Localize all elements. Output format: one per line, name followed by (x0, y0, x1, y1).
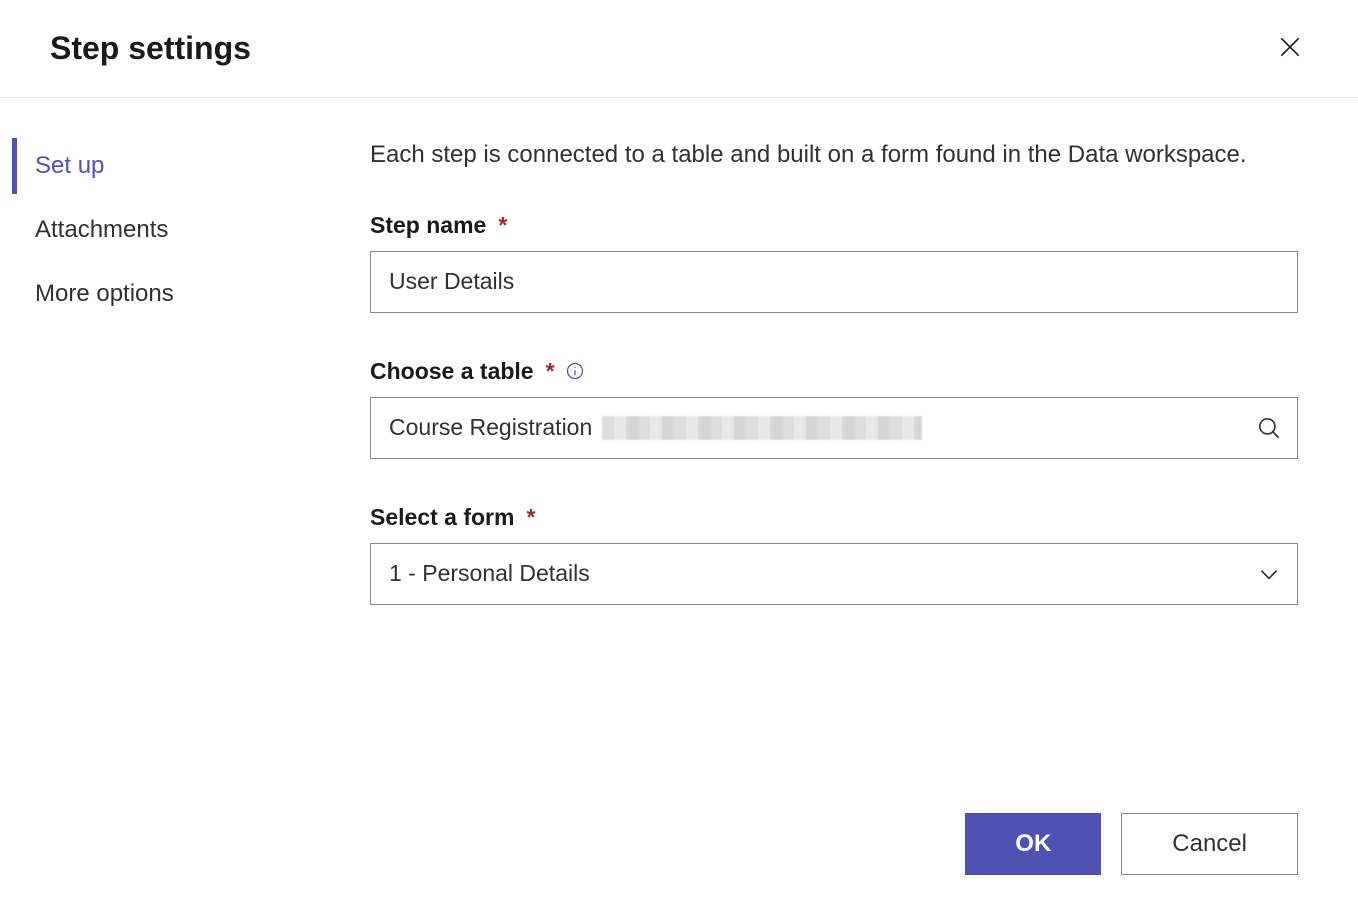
dialog-title: Step settings (50, 30, 251, 67)
select-form-value: 1 - Personal Details (389, 560, 590, 587)
required-indicator: * (526, 504, 535, 531)
choose-table-input[interactable]: Course Registration (370, 397, 1298, 459)
search-icon[interactable] (1256, 415, 1282, 441)
sidebar-item-label: More options (35, 280, 174, 307)
field-choose-table: Choose a table * Course Registration (370, 358, 1298, 459)
select-form-dropdown[interactable]: 1 - Personal Details (370, 543, 1298, 605)
chevron-down-icon (1256, 561, 1282, 587)
choose-table-label: Choose a table * (370, 358, 1298, 385)
required-indicator: * (546, 358, 555, 385)
dialog-footer: OK Cancel (965, 813, 1298, 875)
label-text: Step name (370, 212, 486, 239)
label-text: Select a form (370, 504, 514, 531)
required-indicator: * (498, 212, 507, 239)
sidebar-item-attachments[interactable]: Attachments (12, 202, 360, 258)
sidebar-item-label: Attachments (35, 216, 168, 243)
sidebar-item-more-options[interactable]: More options (12, 266, 360, 322)
step-name-input[interactable] (370, 251, 1298, 313)
dialog-body: Set up Attachments More options Each ste… (0, 98, 1358, 895)
choose-table-lookup[interactable]: Course Registration (370, 397, 1298, 459)
close-icon (1277, 34, 1303, 63)
sidebar-item-setup[interactable]: Set up (12, 138, 360, 194)
field-step-name: Step name * (370, 212, 1298, 313)
redacted-text (602, 416, 922, 440)
label-text: Choose a table (370, 358, 534, 385)
step-name-label: Step name * (370, 212, 1298, 239)
main-panel: Each step is connected to a table and bu… (360, 98, 1358, 895)
ok-button[interactable]: OK (965, 813, 1101, 875)
select-form-input[interactable]: 1 - Personal Details (370, 543, 1298, 605)
cancel-button[interactable]: Cancel (1121, 813, 1298, 875)
sidebar-item-label: Set up (35, 152, 104, 179)
choose-table-value: Course Registration (389, 414, 922, 441)
table-name-text: Course Registration (389, 414, 592, 441)
panel-description: Each step is connected to a table and bu… (370, 138, 1270, 172)
close-button[interactable] (1272, 31, 1308, 67)
sidebar-nav: Set up Attachments More options (0, 98, 360, 895)
select-form-label: Select a form * (370, 504, 1298, 531)
field-select-form: Select a form * 1 - Personal Details (370, 504, 1298, 605)
dialog-header: Step settings (0, 0, 1358, 98)
info-icon[interactable] (565, 361, 585, 381)
